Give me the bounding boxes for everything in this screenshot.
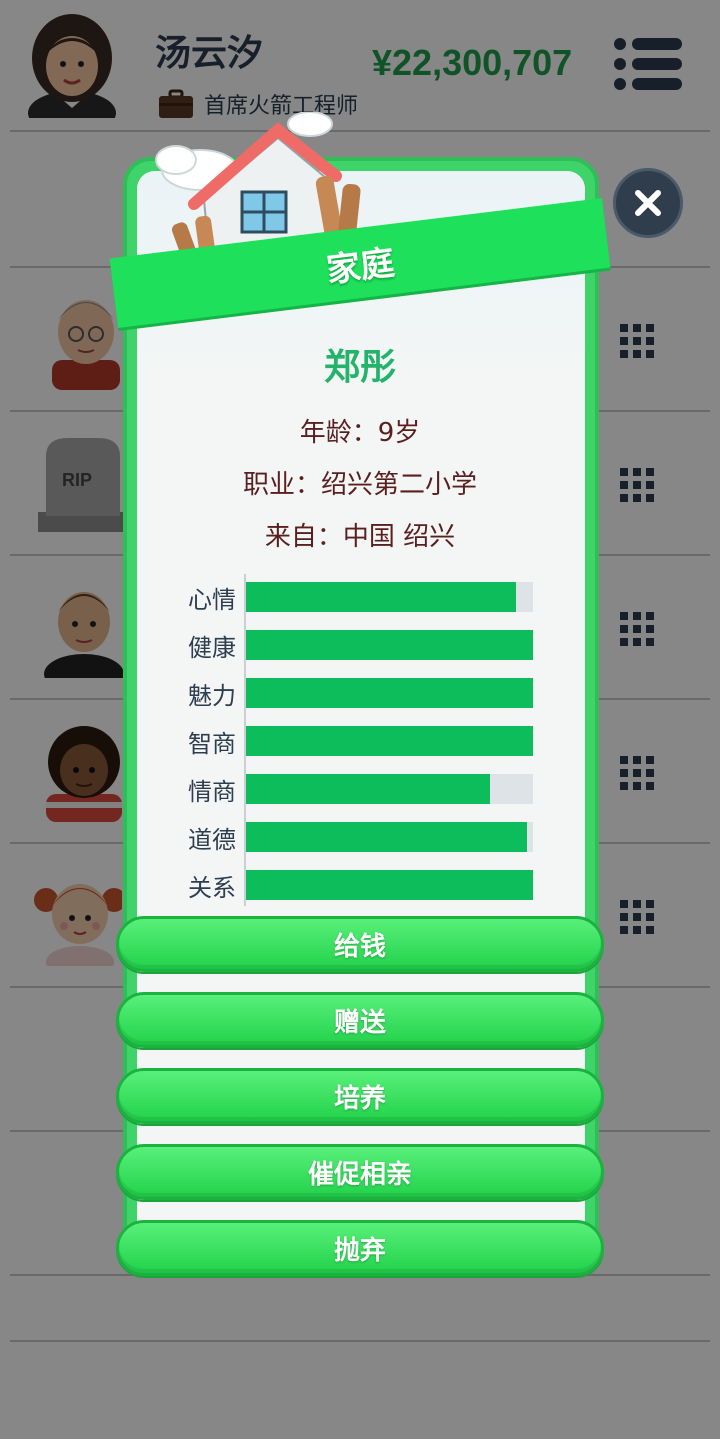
stat-mood: 心情 xyxy=(176,582,536,614)
stat-label: 心情 xyxy=(188,586,236,614)
stat-track xyxy=(246,582,533,612)
stat-fill xyxy=(246,630,533,660)
stat-track xyxy=(246,678,533,708)
stat-track xyxy=(246,726,533,756)
close-button[interactable] xyxy=(613,168,683,238)
gift-button[interactable]: 赠送 xyxy=(116,992,604,1048)
stat-track xyxy=(246,870,533,900)
stat-relationship: 关系 xyxy=(176,870,536,902)
member-age: 年龄：9岁 xyxy=(299,418,421,448)
stat-fill xyxy=(246,678,533,708)
stat-eq: 情商 xyxy=(176,774,536,806)
stat-health: 健康 xyxy=(176,630,536,662)
give-money-button[interactable]: 给钱 xyxy=(116,916,604,972)
nurture-button[interactable]: 培养 xyxy=(116,1068,604,1124)
member-name: 郑彤 xyxy=(323,347,396,388)
stat-fill xyxy=(246,582,516,612)
urge-blind-date-button[interactable]: 催促相亲 xyxy=(116,1144,604,1200)
stat-label: 健康 xyxy=(188,634,236,662)
stat-fill xyxy=(246,870,533,900)
stat-label: 智商 xyxy=(188,730,236,758)
stat-label: 情商 xyxy=(188,778,236,806)
stat-track xyxy=(246,630,533,660)
stat-label: 关系 xyxy=(188,874,236,902)
member-origin: 来自：中国 绍兴 xyxy=(264,522,456,552)
stat-track xyxy=(246,774,533,804)
stat-morality: 道德 xyxy=(176,822,536,854)
stat-label: 道德 xyxy=(188,826,236,854)
stat-label: 魅力 xyxy=(188,682,236,710)
stat-fill xyxy=(246,774,490,804)
stat-track xyxy=(246,822,533,852)
close-icon xyxy=(635,190,661,216)
stat-fill xyxy=(246,822,528,852)
stat-fill xyxy=(246,726,533,756)
stat-charm: 魅力 xyxy=(176,678,536,710)
member-job: 职业：绍兴第二小学 xyxy=(242,470,477,500)
stat-iq: 智商 xyxy=(176,726,536,758)
abandon-button[interactable]: 抛弃 xyxy=(116,1220,604,1276)
